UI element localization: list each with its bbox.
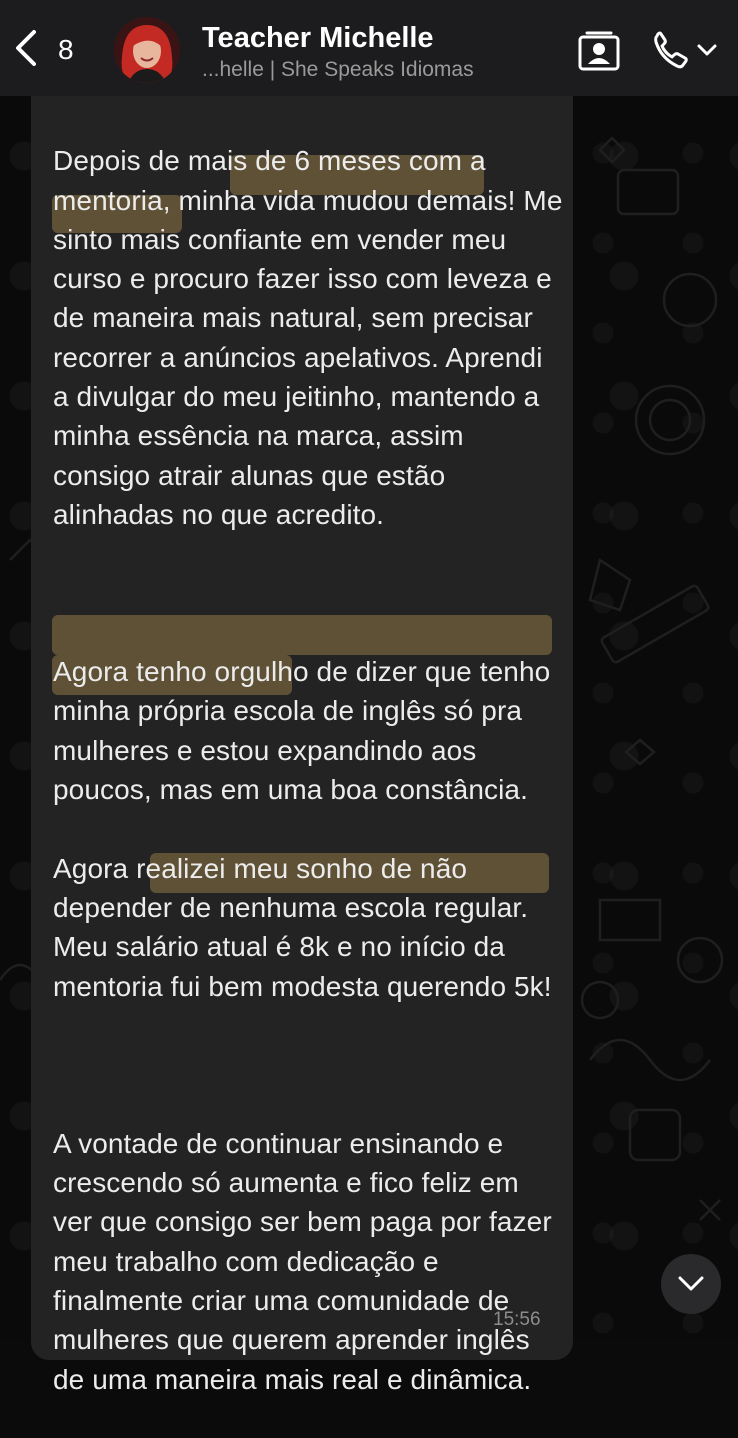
phone-icon [654,31,688,69]
message-paragraph: Agora realizei meu sonho de não depender… [53,852,552,1002]
contact-title-block[interactable]: Teacher Michelle ...helle | She Speaks I… [202,20,474,84]
message-paragraph: A vontade de continuar ensinando e cresc… [53,1127,552,1395]
contact-name: Teacher Michelle [202,22,434,54]
contact-subtitle: ...helle | She Speaks Idiomas [202,58,474,81]
back-chevron-icon [8,28,44,73]
back-button[interactable]: 8 [8,20,98,80]
avatar[interactable] [114,17,180,83]
message-paragraph: Depois de mais de 6 meses com a mentoria… [53,145,563,530]
message-paragraph: Agora tenho orgulho de dizer que tenho m… [53,656,551,806]
scroll-to-bottom-button[interactable] [661,1254,721,1314]
chevron-down-icon [697,44,717,56]
message-timestamp: 15:56 [493,1309,541,1330]
contact-card-icon[interactable] [577,30,621,72]
chevron-down-icon [678,1276,704,1291]
call-button[interactable] [651,30,721,72]
chat-header: 8 Teacher Michelle ...helle | She Speaks… [0,0,738,96]
message-text: Depois de mais de 6 meses com a mentoria… [53,102,563,1438]
unread-count: 8 [58,34,74,65]
